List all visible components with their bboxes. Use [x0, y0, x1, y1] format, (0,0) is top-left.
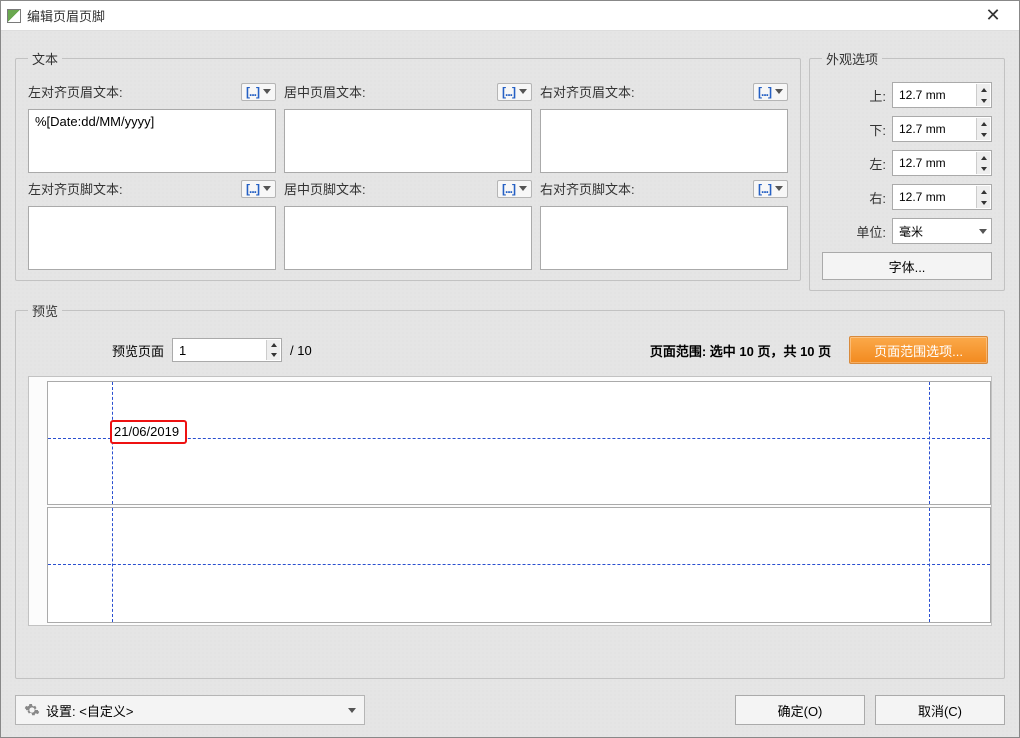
footer-center-label: 居中页脚文本: [284, 179, 366, 198]
margin-left-spinner[interactable] [892, 150, 992, 176]
cancel-button[interactable]: 取消(C) [875, 695, 1005, 725]
header-right-label: 右对齐页眉文本: [540, 82, 635, 101]
page-range-options-button[interactable]: 页面范围选项... [849, 336, 988, 364]
footer-right-input[interactable] [540, 206, 788, 270]
unit-combo[interactable] [892, 218, 992, 244]
preview-page-spinner[interactable] [172, 338, 282, 362]
macro-button-footer-right[interactable]: [...] [753, 180, 788, 198]
appearance-section-title: 外观选项 [822, 49, 882, 68]
unit-label: 单位: [856, 222, 886, 241]
close-button[interactable]: ✕ [973, 2, 1013, 30]
margin-top-label: 上: [869, 86, 886, 105]
header-center-input[interactable] [284, 109, 532, 173]
macro-button-footer-center[interactable]: [...] [497, 180, 532, 198]
footer-left-input[interactable] [28, 206, 276, 270]
preview-page-total: / 10 [290, 343, 312, 358]
macro-button-header-right[interactable]: [...] [753, 83, 788, 101]
header-right-input[interactable] [540, 109, 788, 173]
settings-combo[interactable]: 设置: <自定义> [15, 695, 365, 725]
gear-icon [24, 702, 40, 718]
titlebar: 编辑页眉页脚 ✕ [1, 1, 1019, 31]
margin-left-label: 左: [869, 154, 886, 173]
margin-right-spinner[interactable] [892, 184, 992, 210]
app-icon [7, 9, 21, 23]
preview-section-title: 预览 [28, 301, 62, 320]
ok-button[interactable]: 确定(O) [735, 695, 865, 725]
preview-area: 21/06/2019 [28, 376, 992, 626]
page-range-label: 页面范围: 选中 10 页，共 10 页 [650, 341, 831, 360]
appearance-section: 外观选项 上: 下: [809, 49, 1005, 291]
footer-right-label: 右对齐页脚文本: [540, 179, 635, 198]
footer-left-label: 左对齐页脚文本: [28, 179, 123, 198]
header-left-input[interactable]: %[Date:dd/MM/yyyy] [28, 109, 276, 173]
macro-button-footer-left[interactable]: [...] [241, 180, 276, 198]
footer-center-input[interactable] [284, 206, 532, 270]
preview-page-label: 预览页面 [112, 341, 164, 360]
window-title: 编辑页眉页脚 [27, 6, 105, 25]
macro-button-header-left[interactable]: [...] [241, 83, 276, 101]
header-center-label: 居中页眉文本: [284, 82, 366, 101]
margin-bottom-spinner[interactable] [892, 116, 992, 142]
header-left-label: 左对齐页眉文本: [28, 82, 123, 101]
macro-button-header-center[interactable]: [...] [497, 83, 532, 101]
margin-bottom-label: 下: [869, 120, 886, 139]
font-button[interactable]: 字体... [822, 252, 992, 280]
settings-label: 设置: <自定义> [46, 701, 342, 720]
text-section-title: 文本 [28, 49, 62, 68]
margin-top-spinner[interactable] [892, 82, 992, 108]
preview-section: 预览 预览页面 / 10 页面范围: 选中 10 页，共 10 页 页面范围选项… [15, 301, 1005, 679]
preview-rendered-date: 21/06/2019 [110, 420, 187, 444]
margin-right-label: 右: [869, 188, 886, 207]
text-section: 文本 左对齐页眉文本: [...] 居中页眉文本: [...] 右对齐页眉文本:… [15, 49, 801, 281]
